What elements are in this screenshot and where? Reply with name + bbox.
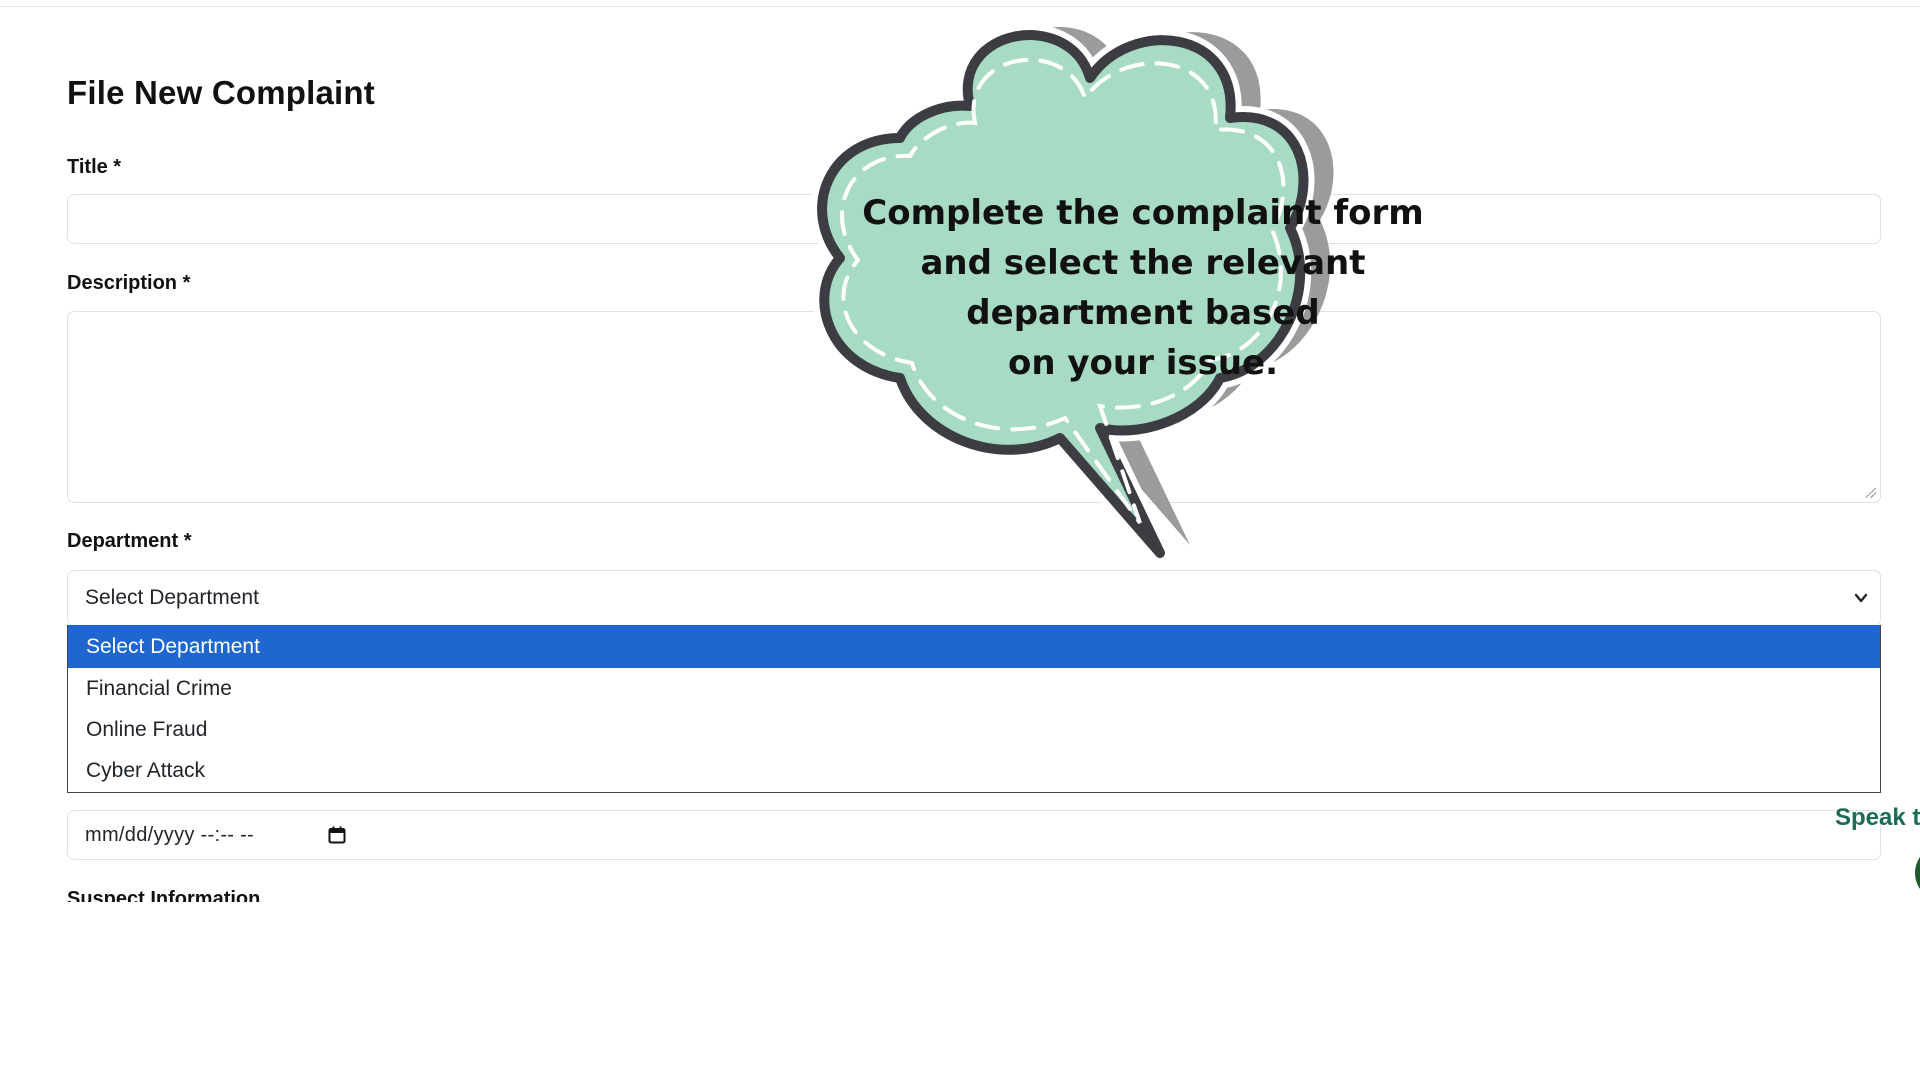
incident-date-input[interactable]: mm/dd/yyyy --:-- --: [67, 810, 1881, 860]
department-option[interactable]: Cyber Attack: [68, 750, 1880, 791]
speech-bubble-line: department based: [966, 293, 1320, 333]
speech-bubble-line: Complete the complaint form: [862, 193, 1424, 233]
department-dropdown-list: Select Department Financial Crime Online…: [67, 625, 1881, 793]
page: File New Complaint Title * Description *…: [0, 0, 1920, 1080]
calendar-icon[interactable]: [328, 826, 346, 844]
department-selected-value: Select Department: [85, 586, 259, 609]
department-option[interactable]: Online Fraud: [68, 709, 1880, 750]
suspect-information-label: Suspect Information: [67, 888, 261, 902]
resize-grip-icon[interactable]: [1866, 488, 1876, 498]
department-label: Department *: [67, 530, 192, 552]
date-placeholder: mm/dd/yyyy --:-- --: [85, 823, 255, 846]
speech-bubble-text: Complete the complaint form and select t…: [858, 188, 1428, 388]
speak-assistant-label[interactable]: Speak t: [1835, 804, 1920, 832]
department-option[interactable]: Select Department: [68, 625, 1880, 668]
voice-assistant-button[interactable]: [1915, 845, 1920, 901]
speech-bubble-line: and select the relevant: [920, 243, 1366, 283]
title-label: Title *: [67, 156, 122, 178]
description-label: Description *: [67, 272, 191, 294]
speech-bubble-line: on your issue.: [1007, 343, 1279, 383]
chevron-down-icon: [1854, 593, 1868, 603]
department-select[interactable]: Select Department: [67, 570, 1881, 626]
page-title: File New Complaint: [67, 74, 375, 111]
department-option[interactable]: Financial Crime: [68, 668, 1880, 709]
